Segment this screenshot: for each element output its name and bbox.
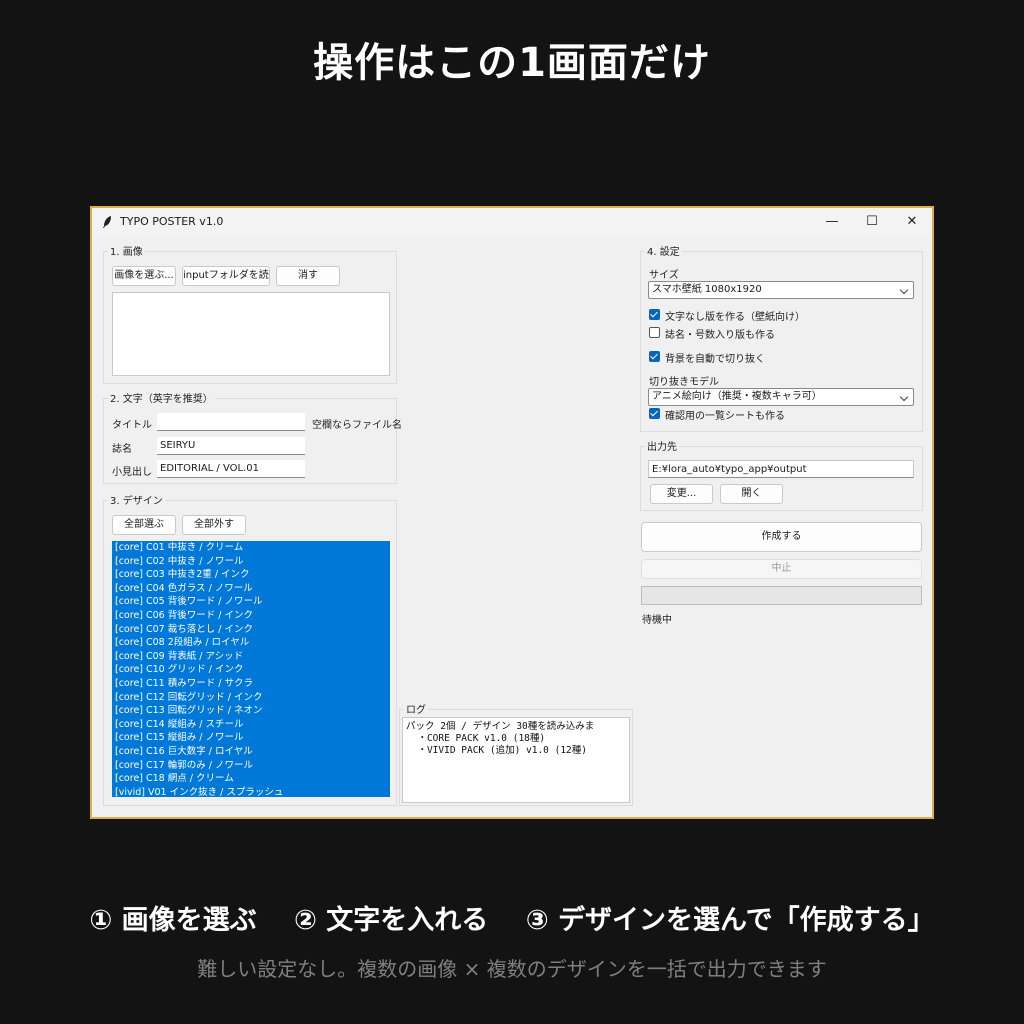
maximize-button[interactable]: ☐: [852, 208, 892, 236]
design-list-item[interactable]: [core] C04 色ガラス / ノワール: [112, 582, 390, 596]
chevron-down-icon: [899, 285, 909, 295]
step-3: ③ デザインを選んで「作成する」: [525, 905, 935, 936]
magazine-input[interactable]: SEIRYU: [157, 437, 305, 455]
stop-button[interactable]: 中止: [641, 559, 922, 579]
design-list-item[interactable]: [vivid] V01 インク抜き / スプラッシュ: [112, 786, 390, 797]
close-button[interactable]: ✕: [892, 208, 932, 236]
design-list-item[interactable]: [core] C05 背後ワード / ノワール: [112, 595, 390, 609]
magazine-label: 誌名: [112, 444, 132, 455]
design-list-item[interactable]: [core] C06 背後ワード / インク: [112, 609, 390, 623]
status-text: 待機中: [642, 615, 672, 626]
log-group-label: ログ: [404, 701, 428, 716]
output-group-label: 出力先: [645, 438, 679, 453]
subline: 難しい設定なし。複数の画像 × 複数のデザインを一括で出力できます: [197, 957, 827, 981]
design-list-item[interactable]: [core] C14 縦組み / スチール: [112, 718, 390, 732]
clear-image-button[interactable]: 消す: [276, 266, 340, 286]
screenshot-frame: TYPO POSTER v1.0 — ☐ ✕ 1. 画像 画像を選ぶ... in…: [90, 206, 934, 819]
choose-image-button[interactable]: 画像を選ぶ...: [112, 266, 176, 286]
read-input-folder-button[interactable]: inputフォルダを読む: [182, 266, 270, 286]
design-list-item[interactable]: [core] C08 2段組み / ロイヤル: [112, 636, 390, 650]
cutout-model-label: 切り抜きモデル: [649, 377, 719, 388]
app-window: TYPO POSTER v1.0 — ☐ ✕ 1. 画像 画像を選ぶ... in…: [92, 208, 932, 817]
text-group-label: 2. 文字（英字を推奨）: [108, 390, 215, 405]
size-select-value: スマホ壁紙 1080x1920: [652, 284, 762, 295]
log-line: ・VIVID PACK (追加) v1.0 (12種): [406, 745, 587, 756]
design-list-item[interactable]: [core] C11 積みワード / サクラ: [112, 677, 390, 691]
log-output[interactable]: パック 2個 / デザイン 30種を読み込みま ・CORE PACK v1.0 …: [402, 717, 630, 803]
contact-sheet-label: 確認用の一覧シートも作る: [665, 411, 785, 422]
design-group-label: 3. デザイン: [108, 492, 165, 507]
open-output-button[interactable]: 開く: [720, 484, 783, 504]
numbered-checkbox[interactable]: [649, 327, 660, 338]
window-title: TYPO POSTER v1.0: [120, 215, 224, 228]
cutout-model-select-value: アニメ絵向け（推奨・複数キャラ可）: [652, 391, 822, 402]
minimize-button[interactable]: —: [812, 208, 852, 236]
design-list-item[interactable]: [core] C18 網点 / クリーム: [112, 772, 390, 786]
design-list-item[interactable]: [core] C10 グリッド / インク: [112, 663, 390, 677]
title-bar[interactable]: TYPO POSTER v1.0 — ☐ ✕: [92, 208, 932, 236]
step-1: ① 画像を選ぶ: [89, 905, 257, 936]
contact-sheet-checkbox[interactable]: [649, 408, 660, 419]
step-2: ② 文字を入れる: [294, 905, 489, 936]
design-list-item[interactable]: [core] C15 縦組み / ノワール: [112, 731, 390, 745]
design-list[interactable]: [core] C01 中抜き / クリーム [core] C02 中抜き / ノワ…: [112, 541, 390, 797]
title-label: タイトル: [112, 420, 152, 431]
settings-group-label: 4. 設定: [645, 243, 682, 258]
log-line: ・CORE PACK v1.0 (18種): [406, 733, 546, 744]
subheading-input[interactable]: EDITORIAL / VOL.01: [157, 460, 305, 478]
title-input[interactable]: [157, 413, 305, 431]
cutout-model-select[interactable]: アニメ絵向け（推奨・複数キャラ可）: [648, 388, 914, 406]
design-list-item[interactable]: [core] C16 巨大数字 / ロイヤル: [112, 745, 390, 759]
progress-bar: [641, 586, 922, 605]
title-hint: 空欄ならファイル名: [312, 420, 402, 431]
feather-icon: [103, 216, 111, 228]
auto-cutout-label: 背景を自動で切り抜く: [665, 354, 765, 365]
design-list-item[interactable]: [core] C09 背表紙 / アシッド: [112, 650, 390, 664]
design-list-item[interactable]: [core] C17 輪郭のみ / ノワール: [112, 759, 390, 773]
steps-line: ① 画像を選ぶ ② 文字を入れる ③ デザインを選んで「作成する」: [0, 898, 1024, 937]
size-select[interactable]: スマホ壁紙 1080x1920: [648, 281, 914, 299]
no-text-checkbox[interactable]: [649, 309, 660, 320]
image-group-label: 1. 画像: [108, 243, 145, 258]
size-label: サイズ: [649, 270, 679, 281]
design-list-item[interactable]: [core] C13 回転グリッド / ネオン: [112, 704, 390, 718]
numbered-label: 誌名・号数入り版も作る: [665, 330, 775, 341]
create-button[interactable]: 作成する: [641, 522, 922, 552]
output-path-input[interactable]: E:¥lora_auto¥typo_app¥output: [648, 460, 914, 478]
subheading-label: 小見出し: [112, 467, 152, 478]
design-list-item[interactable]: [core] C01 中抜き / クリーム: [112, 541, 390, 555]
design-list-item[interactable]: [core] C02 中抜き / ノワール: [112, 555, 390, 569]
change-output-button[interactable]: 変更...: [650, 484, 713, 504]
chevron-down-icon: [899, 392, 909, 402]
design-list-item[interactable]: [core] C03 中抜き2重 / インク: [112, 568, 390, 582]
log-line: パック 2個 / デザイン 30種を読み込みま: [406, 721, 595, 732]
auto-cutout-checkbox[interactable]: [649, 351, 660, 362]
image-list[interactable]: [112, 292, 390, 376]
select-all-button[interactable]: 全部選ぶ: [112, 515, 176, 535]
deselect-all-button[interactable]: 全部外す: [182, 515, 246, 535]
design-list-item[interactable]: [core] C07 裁ち落とし / インク: [112, 623, 390, 637]
no-text-label: 文字なし版を作る（壁紙向け）: [665, 312, 805, 323]
design-list-item[interactable]: [core] C12 回転グリッド / インク: [112, 691, 390, 705]
headline: 操作はこの1画面だけ: [313, 40, 711, 86]
